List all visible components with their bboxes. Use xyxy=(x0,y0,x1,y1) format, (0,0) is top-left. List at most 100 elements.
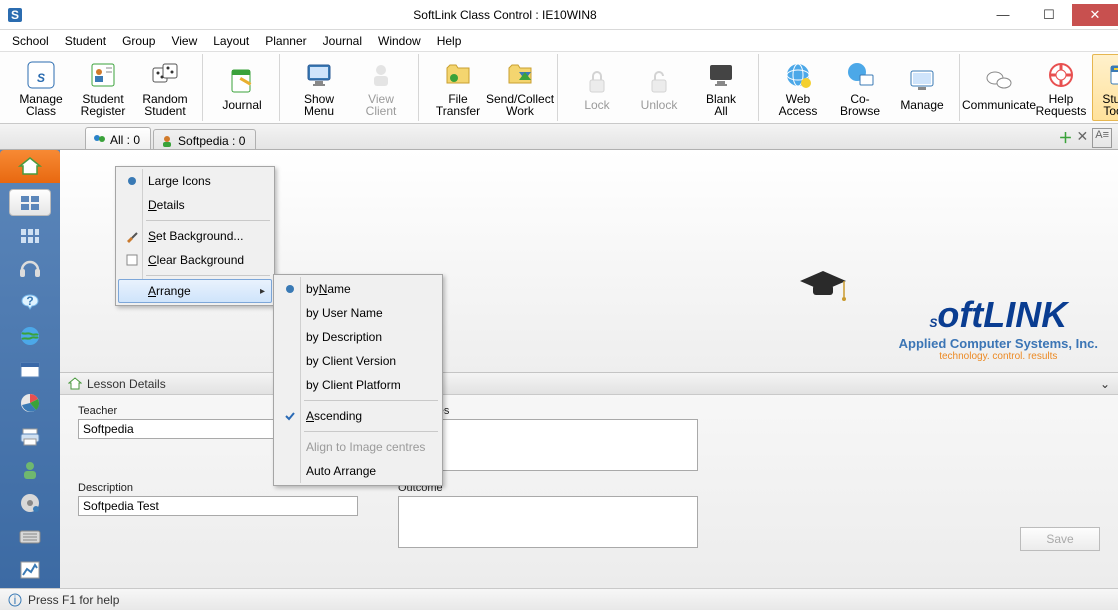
manage-class-button[interactable]: S ManageClass xyxy=(10,54,72,121)
save-button[interactable]: Save xyxy=(1020,527,1100,551)
outcome-input[interactable] xyxy=(398,496,698,548)
close-button[interactable]: ✕ xyxy=(1072,4,1118,26)
ctx-ascending[interactable]: Ascending xyxy=(276,404,440,428)
random-student-button[interactable]: RandomStudent xyxy=(134,54,196,121)
menu-help[interactable]: Help xyxy=(429,31,470,51)
tab-softpedia[interactable]: Softpedia : 0 xyxy=(153,129,256,149)
square-icon xyxy=(124,252,140,268)
register-icon xyxy=(87,59,119,91)
sidebar-tile-view[interactable] xyxy=(9,189,51,217)
info-icon: i xyxy=(8,593,22,607)
context-menu-arrange: by Name by User Name by Description by C… xyxy=(273,274,443,486)
menu-planner[interactable]: Planner xyxy=(257,31,314,51)
menu-school[interactable]: School xyxy=(4,31,57,51)
outcome-label: Outcome xyxy=(398,482,698,494)
ctx-by-client-version[interactable]: by Client Version xyxy=(276,349,440,373)
menu-journal[interactable]: Journal xyxy=(315,31,370,51)
show-menu-button[interactable]: ShowMenu xyxy=(288,54,350,121)
journal-button[interactable]: Journal xyxy=(211,54,273,121)
description-field: Description xyxy=(78,482,358,516)
brush-icon xyxy=(124,228,140,244)
manage-button[interactable]: Manage xyxy=(891,54,953,121)
canvas[interactable]: SoftLINK Applied Computer Systems, Inc. … xyxy=(60,150,1118,372)
ctx-details[interactable]: Details xyxy=(118,193,272,217)
menu-group[interactable]: Group xyxy=(114,31,163,51)
chevron-down-icon[interactable]: ⌄ xyxy=(1100,377,1110,391)
tab-options-icon[interactable]: A≡ xyxy=(1092,128,1112,148)
sidebar-grid[interactable] xyxy=(9,222,51,249)
sidebar-stats[interactable] xyxy=(9,557,51,584)
tab-row: All : 0 Softpedia : 0 ＋ ✕ A≡ xyxy=(0,124,1118,150)
close-tab-icon[interactable]: ✕ xyxy=(1077,128,1089,148)
sidebar-audio[interactable] xyxy=(9,256,51,283)
ctx-by-client-platform[interactable]: by Client Platform xyxy=(276,373,440,397)
student-toolbar-label: StudentToolbar xyxy=(1102,93,1118,117)
left-sidebar: ? xyxy=(0,150,60,588)
svg-text:S: S xyxy=(11,8,19,22)
title-bar: S SoftLink Class Control : IE10WIN8 — ☐ … xyxy=(0,0,1118,30)
ctx-by-name[interactable]: by Name xyxy=(276,277,440,301)
minimize-button[interactable]: — xyxy=(980,4,1026,26)
help-requests-button[interactable]: HelpRequests xyxy=(1030,54,1092,121)
send-collect-button[interactable]: Send/CollectWork xyxy=(489,54,551,121)
send-icon xyxy=(504,59,536,91)
ctx-large-icons[interactable]: Large Icons xyxy=(118,169,272,193)
file-transfer-button[interactable]: FileTransfer xyxy=(427,54,489,121)
svg-text:S: S xyxy=(37,71,45,85)
objectives-input[interactable] xyxy=(398,419,698,471)
menu-layout[interactable]: Layout xyxy=(205,31,257,51)
student-register-button[interactable]: StudentRegister xyxy=(72,54,134,121)
users-icon xyxy=(92,133,106,147)
description-input[interactable] xyxy=(78,496,358,516)
sidebar-globe[interactable] xyxy=(9,323,51,350)
brand-subtitle: Applied Computer Systems, Inc. xyxy=(899,336,1098,351)
blank-all-label: BlankAll xyxy=(706,93,736,117)
sidebar-user[interactable] xyxy=(9,456,51,483)
menu-window[interactable]: Window xyxy=(370,31,429,51)
ctx-set-background[interactable]: Set Background... xyxy=(118,224,272,248)
ctx-arrange[interactable]: Arrange xyxy=(118,279,272,303)
unlock-label: Unlock xyxy=(641,99,678,111)
add-tab-icon[interactable]: ＋ xyxy=(1059,128,1073,148)
context-menu-view: Large Icons Details Set Background... Cl… xyxy=(115,166,275,306)
sidebar-chart[interactable] xyxy=(9,390,51,417)
maximize-button[interactable]: ☐ xyxy=(1026,4,1072,26)
sidebar-print[interactable] xyxy=(9,423,51,450)
co-browse-label: Co-Browse xyxy=(832,93,888,117)
brand-logo: SoftLINK Applied Computer Systems, Inc. … xyxy=(899,294,1098,362)
sidebar-help[interactable]: ? xyxy=(9,289,51,316)
student-toolbar-button[interactable]: StudentToolbar xyxy=(1092,54,1118,121)
lesson-details-title: Lesson Details xyxy=(87,377,166,391)
co-browse-button[interactable]: Co-Browse xyxy=(829,54,891,121)
radio-on-icon xyxy=(124,173,140,189)
blank-all-button[interactable]: BlankAll xyxy=(690,54,752,121)
menu-student[interactable]: Student xyxy=(57,31,114,51)
status-text: Press F1 for help xyxy=(28,593,119,607)
monitor2-icon xyxy=(906,65,938,97)
file-transfer-label: FileTransfer xyxy=(436,93,480,117)
ctx-by-user-name[interactable]: by User Name xyxy=(276,301,440,325)
ctx-clear-background[interactable]: Clear Background xyxy=(118,248,272,272)
sidebar-keyboard[interactable] xyxy=(9,523,51,550)
check-icon xyxy=(282,408,298,424)
sidebar-disc[interactable] xyxy=(9,490,51,517)
toolbar-icon xyxy=(1107,59,1118,91)
tab-softpedia-label: Softpedia : 0 xyxy=(178,134,245,148)
main-area: SoftLINK Applied Computer Systems, Inc. … xyxy=(60,150,1118,588)
lock-label: Lock xyxy=(584,99,609,111)
menu-view[interactable]: View xyxy=(163,31,205,51)
folder-icon xyxy=(442,59,474,91)
journal-icon xyxy=(226,65,258,97)
sidebar-window[interactable] xyxy=(9,356,51,383)
sidebar-home[interactable] xyxy=(0,150,60,183)
ctx-by-description[interactable]: by Description xyxy=(276,325,440,349)
student-register-label: StudentRegister xyxy=(81,93,126,117)
lesson-details-header[interactable]: Lesson Details ⌄ xyxy=(60,373,1118,395)
tab-all-label: All : 0 xyxy=(110,133,140,147)
journal-label: Journal xyxy=(222,99,261,111)
tab-all[interactable]: All : 0 xyxy=(85,127,151,149)
ctx-auto-arrange[interactable]: Auto Arrange xyxy=(276,459,440,483)
manage-class-label: ManageClass xyxy=(19,93,62,117)
communicate-button[interactable]: Communicate xyxy=(968,54,1030,121)
web-access-button[interactable]: WebAccess xyxy=(767,54,829,121)
